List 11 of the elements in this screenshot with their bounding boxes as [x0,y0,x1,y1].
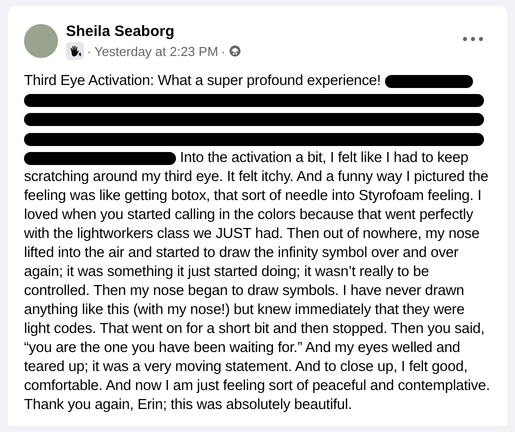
more-options-icon[interactable] [463,37,483,41]
post-text: Into the activation a bit, I felt like I had to keep [180,149,468,168]
post-text: Third Eye Activation: What a super profound experience! [24,73,381,89]
avatar-placeholder[interactable] [24,24,58,58]
post-text: scratching around my third eye. It felt itchy. And a funny way I pictured the feeling was like getting botox, that sort of needle into Styrofoam feeling. I loved when you started calling in the colors because that went perfectly with the lightworkers class we JUST had. Then out of nowhere, my nose lifted into the air and started to draw the infinity symbol over and over again; it was something it just started doing; it wasn’t really to be controlled. Then my nose began to draw symbols. I have never drawn anything like this (with my nose!) but knew immediately that they were light codes. That went on for a short bit and then stopped. Then you said, “you are the one you have been waiting for.” And my eyes welled and teared up; it was a very moving statement. And to close up, I felt good, comfortable. And now I am just feeling sort of peaceful and contemplative. Thank you again, Erin; this was absolutely beautiful. [24,168,491,416]
post-time[interactable]: Yesterday at 2:23 PM [94,44,218,58]
hand-badge-icon [66,42,84,60]
separator-dot: · [87,44,92,58]
separator-dot: · [221,44,226,58]
audience-icon[interactable] [228,45,241,57]
author-name[interactable]: Sheila Seaborg [66,23,455,40]
